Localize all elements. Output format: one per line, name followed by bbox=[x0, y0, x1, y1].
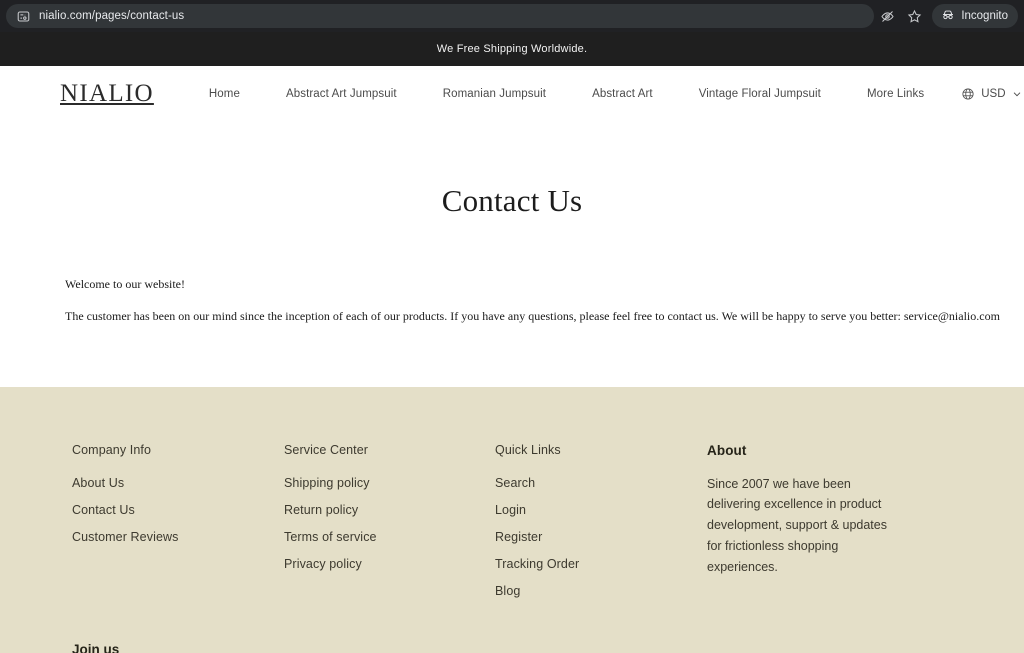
nav-item-home[interactable]: Home bbox=[186, 88, 263, 100]
globe-icon bbox=[961, 87, 975, 101]
site-logo[interactable]: NIALIO bbox=[60, 80, 154, 108]
footer-join-us: Join us A short sentence describing what… bbox=[72, 642, 292, 653]
omnibox-actions bbox=[880, 9, 926, 24]
body-paragraph-welcome: Welcome to our website! bbox=[65, 277, 185, 291]
footer-columns: Company Info About Us Contact Us Custome… bbox=[72, 443, 964, 611]
announcement-text: We Free Shipping Worldwide. bbox=[436, 43, 588, 55]
nav-item-romanian-jumpsuit[interactable]: Romanian Jumpsuit bbox=[420, 88, 569, 100]
footer-heading-quick-links: Quick Links bbox=[495, 442, 561, 457]
header-actions: USD bbox=[947, 78, 1024, 110]
star-icon[interactable] bbox=[907, 9, 922, 24]
footer-column-about: About Since 2007 we have been delivering… bbox=[707, 443, 922, 578]
currency-selector[interactable]: USD bbox=[947, 87, 1024, 101]
footer-link-about-us[interactable]: About Us bbox=[72, 476, 284, 490]
incognito-hat-icon bbox=[941, 8, 955, 25]
nav-item-abstract-art-jumpsuit[interactable]: Abstract Art Jumpsuit bbox=[263, 88, 420, 100]
footer-link-terms-of-service[interactable]: Terms of service bbox=[284, 530, 495, 544]
chevron-down-icon bbox=[1012, 89, 1022, 99]
page-title: Contact Us bbox=[441, 183, 583, 218]
nav-item-vintage-floral-jumpsuit[interactable]: Vintage Floral Jumpsuit bbox=[676, 88, 844, 100]
browser-toolbar: nialio.com/pages/contact-us Incognito bbox=[0, 0, 1024, 32]
url-text: nialio.com/pages/contact-us bbox=[39, 10, 185, 22]
footer-link-contact-us[interactable]: Contact Us bbox=[72, 503, 284, 517]
footer-heading-about: About bbox=[707, 442, 747, 458]
eye-slash-icon[interactable] bbox=[880, 9, 895, 24]
address-bar[interactable]: nialio.com/pages/contact-us bbox=[6, 4, 875, 28]
body-paragraph-contact: The customer has been on our mind since … bbox=[65, 308, 1000, 323]
footer-link-blog[interactable]: Blog bbox=[495, 584, 707, 598]
nav-item-abstract-art[interactable]: Abstract Art bbox=[569, 88, 676, 100]
footer-column-quick-links: Quick Links Search Login Register Tracki… bbox=[495, 443, 707, 611]
announcement-bar: We Free Shipping Worldwide. bbox=[0, 32, 1024, 66]
footer-heading-join-us: Join us bbox=[72, 641, 120, 653]
main-content: Contact Us Welcome to our website! The c… bbox=[0, 123, 1024, 325]
footer-link-customer-reviews[interactable]: Customer Reviews bbox=[72, 530, 284, 544]
currency-value: USD bbox=[981, 88, 1006, 100]
main-navigation: Home Abstract Art Jumpsuit Romanian Jump… bbox=[186, 88, 947, 100]
incognito-indicator[interactable]: Incognito bbox=[932, 4, 1018, 28]
site-header: NIALIO Home Abstract Art Jumpsuit Romani… bbox=[0, 66, 1024, 123]
footer-link-search[interactable]: Search bbox=[495, 476, 707, 490]
footer-link-return-policy[interactable]: Return policy bbox=[284, 503, 495, 517]
page-body: Welcome to our website! The customer has… bbox=[0, 219, 1024, 325]
footer-link-tracking-order[interactable]: Tracking Order bbox=[495, 557, 707, 571]
footer-link-shipping-policy[interactable]: Shipping policy bbox=[284, 476, 495, 490]
footer-link-privacy-policy[interactable]: Privacy policy bbox=[284, 557, 495, 571]
nav-item-more-links[interactable]: More Links bbox=[844, 88, 947, 100]
footer-heading-service-center: Service Center bbox=[284, 442, 369, 457]
footer-heading-company-info: Company Info bbox=[72, 442, 152, 457]
footer-column-service-center: Service Center Shipping policy Return po… bbox=[284, 443, 495, 584]
footer-link-register[interactable]: Register bbox=[495, 530, 707, 544]
site-footer: Company Info About Us Contact Us Custome… bbox=[0, 386, 1024, 653]
footer-about-text: Since 2007 we have been delivering excel… bbox=[707, 476, 887, 574]
incognito-label: Incognito bbox=[961, 10, 1008, 22]
footer-column-company-info: Company Info About Us Contact Us Custome… bbox=[72, 443, 284, 557]
site-settings-icon[interactable] bbox=[16, 9, 30, 23]
footer-link-login[interactable]: Login bbox=[495, 503, 707, 517]
